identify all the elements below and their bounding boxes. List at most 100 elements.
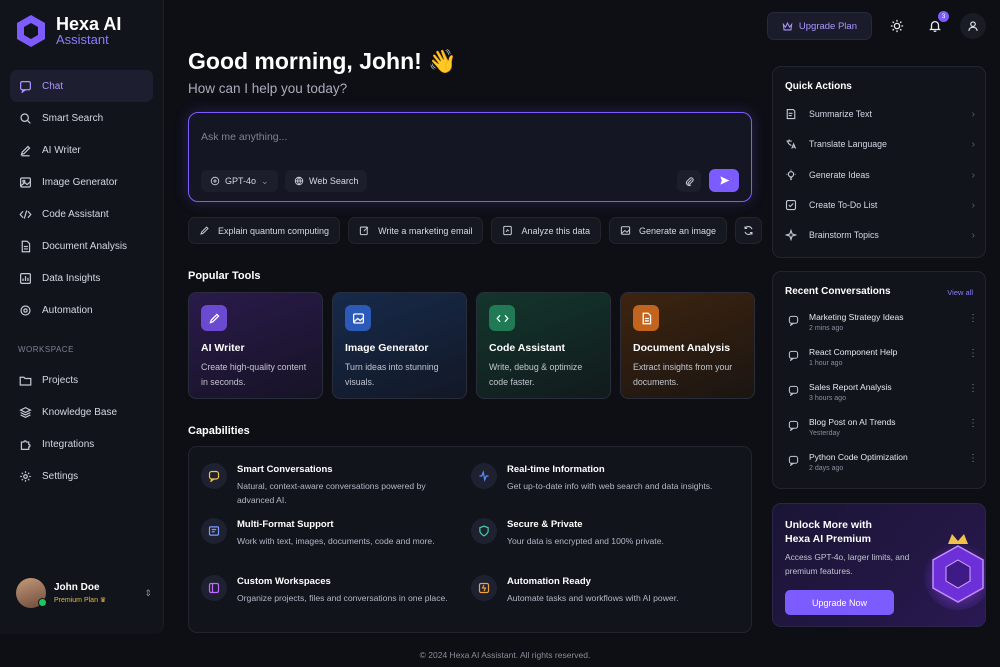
suggestion-chip[interactable]: Analyze this data bbox=[491, 217, 601, 244]
crown-icon bbox=[782, 21, 793, 30]
capability-item: Real-time Information Get up-to-date info… bbox=[471, 463, 731, 493]
model-icon bbox=[210, 176, 220, 186]
sidebar-item-automation[interactable]: Automation bbox=[10, 294, 153, 326]
automation-icon bbox=[20, 304, 31, 316]
tool-card-image-generator[interactable]: Image Generator Turn ideas into stunning… bbox=[332, 292, 467, 399]
workspace-icon bbox=[201, 575, 227, 601]
more-options-icon[interactable]: ⋮ bbox=[968, 314, 978, 332]
sidebar-item-projects[interactable]: Projects bbox=[10, 364, 153, 396]
quick-actions-panel: Quick Actions Summarize Text › Translate … bbox=[772, 66, 986, 258]
puzzle-icon bbox=[20, 439, 31, 450]
tool-card-ai-writer[interactable]: AI Writer Create high-quality content in… bbox=[188, 292, 323, 399]
hexagon-logo-icon bbox=[17, 15, 45, 47]
more-options-icon[interactable]: ⋮ bbox=[968, 419, 978, 437]
profile-button[interactable] bbox=[960, 13, 986, 39]
workspace-section-label: WORKSPACE bbox=[18, 344, 74, 354]
conversation-item[interactable]: Marketing Strategy Ideas 2 mins ago ⋮ bbox=[788, 312, 978, 332]
tool-desc: Write, debug & optimize code faster. bbox=[489, 362, 583, 387]
model-selector[interactable]: GPT-4o ⌄ bbox=[201, 170, 278, 192]
send-icon bbox=[719, 176, 729, 185]
sparkle-icon bbox=[785, 229, 797, 241]
notifications-button[interactable]: 3 bbox=[922, 11, 949, 39]
upgrade-now-button[interactable]: Upgrade Now bbox=[785, 590, 894, 615]
sidebar-item-data-insights[interactable]: Data Insights bbox=[10, 262, 153, 294]
view-all-link[interactable]: View all bbox=[947, 288, 973, 297]
gear-icon bbox=[20, 470, 31, 482]
sidebar-item-label: Image Generator bbox=[42, 176, 118, 188]
conversation-item[interactable]: Blog Post on AI Trends Yesterday ⋮ bbox=[788, 417, 978, 437]
expand-toggle-icon[interactable]: ⇕ bbox=[144, 588, 152, 599]
pen-icon bbox=[201, 305, 227, 331]
chat-bubble-icon bbox=[788, 455, 799, 466]
send-button[interactable] bbox=[709, 169, 739, 192]
greeting-subtitle: How can I help you today? bbox=[188, 81, 348, 96]
sidebar-item-label: Document Analysis bbox=[42, 240, 128, 252]
sidebar-item-ai-writer[interactable]: AI Writer bbox=[10, 134, 153, 166]
suggestion-chip[interactable]: Generate an image bbox=[609, 217, 728, 244]
tool-title: AI Writer bbox=[201, 342, 245, 354]
sidebar-item-chat[interactable]: Chat bbox=[10, 70, 153, 102]
crown-icon: ♛ bbox=[99, 597, 107, 604]
suggestion-chips: Explain quantum computing Write a market… bbox=[188, 217, 763, 244]
chevron-right-icon: › bbox=[971, 108, 975, 120]
refresh-suggestions-button[interactable] bbox=[735, 217, 763, 244]
document-icon bbox=[21, 240, 31, 252]
conversation-item[interactable]: Python Code Optimization 2 days ago ⋮ bbox=[788, 452, 978, 472]
conversation-item[interactable]: Sales Report Analysis 3 hours ago ⋮ bbox=[788, 382, 978, 402]
more-options-icon[interactable]: ⋮ bbox=[968, 384, 978, 402]
tool-card-document-analysis[interactable]: Document Analysis Extract insights from … bbox=[620, 292, 755, 399]
greeting-title: Good morning, John! 👋 bbox=[188, 48, 457, 74]
suggestion-chip[interactable]: Write a marketing email bbox=[348, 217, 484, 244]
sidebar-item-document-analysis[interactable]: Document Analysis bbox=[10, 230, 153, 262]
tool-title: Document Analysis bbox=[633, 342, 731, 354]
capability-item: Secure & Private Your data is encrypted a… bbox=[471, 518, 731, 548]
quick-actions-title: Quick Actions bbox=[785, 81, 852, 92]
sidebar-item-label: Automation bbox=[42, 304, 93, 316]
refresh-icon bbox=[744, 226, 753, 235]
premium-promo-card: Unlock More with Hexa AI Premium Access … bbox=[772, 503, 986, 627]
lightbulb-icon bbox=[786, 169, 796, 181]
capabilities-panel: Smart Conversations Natural, context-awar… bbox=[188, 446, 752, 633]
quick-action-brainstorm[interactable]: Brainstorm Topics › bbox=[785, 222, 975, 248]
sidebar-item-smart-search[interactable]: Smart Search bbox=[10, 102, 153, 134]
capability-item: Automation Ready Automate tasks and workf… bbox=[471, 575, 731, 605]
quick-action-todo[interactable]: Create To-Do List › bbox=[785, 192, 975, 218]
tool-card-code-assistant[interactable]: Code Assistant Write, debug & optimize c… bbox=[476, 292, 611, 399]
more-options-icon[interactable]: ⋮ bbox=[968, 349, 978, 367]
sidebar-item-label: Chat bbox=[42, 80, 64, 92]
tool-title: Code Assistant bbox=[489, 342, 566, 354]
analyze-icon bbox=[503, 225, 513, 236]
chat-input[interactable] bbox=[201, 131, 601, 143]
sidebar-item-integrations[interactable]: Integrations bbox=[10, 428, 153, 460]
more-options-icon[interactable]: ⋮ bbox=[968, 454, 978, 472]
web-search-toggle[interactable]: Web Search bbox=[285, 170, 368, 192]
popular-tools-title: Popular Tools bbox=[188, 270, 261, 282]
attach-button[interactable] bbox=[677, 170, 701, 192]
tool-title: Image Generator bbox=[345, 342, 429, 354]
chat-bubble-icon bbox=[788, 350, 799, 361]
shield-icon bbox=[471, 518, 497, 544]
upgrade-plan-button[interactable]: Upgrade Plan bbox=[766, 12, 872, 40]
sidebar-item-label: Code Assistant bbox=[42, 208, 109, 220]
layers-icon bbox=[19, 406, 32, 418]
user-profile[interactable]: John Doe Premium Plan ♛ ⇕ bbox=[16, 578, 152, 608]
theme-toggle-button[interactable] bbox=[884, 13, 910, 39]
suggestion-chip[interactable]: Explain quantum computing bbox=[188, 217, 341, 244]
quick-action-summarize[interactable]: Summarize Text › bbox=[785, 101, 975, 127]
sidebar-item-code-assistant[interactable]: Code Assistant bbox=[10, 198, 153, 230]
sidebar-item-settings[interactable]: Settings bbox=[10, 460, 153, 492]
chevron-right-icon: › bbox=[971, 199, 975, 211]
quick-action-translate[interactable]: Translate Language › bbox=[785, 131, 975, 157]
sidebar-item-image-generator[interactable]: Image Generator bbox=[10, 166, 153, 198]
image-icon bbox=[345, 305, 371, 331]
checklist-icon bbox=[785, 199, 797, 211]
user-icon bbox=[968, 21, 978, 31]
brand[interactable]: Hexa AI Assistant bbox=[16, 14, 121, 48]
tool-desc: Extract insights from your documents. bbox=[633, 362, 733, 387]
quick-action-generate-ideas[interactable]: Generate Ideas › bbox=[785, 162, 975, 188]
sidebar-item-knowledge-base[interactable]: Knowledge Base bbox=[10, 396, 153, 428]
image-icon bbox=[620, 226, 631, 235]
realtime-icon bbox=[471, 463, 497, 489]
conversation-item[interactable]: React Component Help 1 hour ago ⋮ bbox=[788, 347, 978, 367]
sidebar-nav: Chat Smart Search AI Writer Image Genera… bbox=[10, 70, 153, 492]
